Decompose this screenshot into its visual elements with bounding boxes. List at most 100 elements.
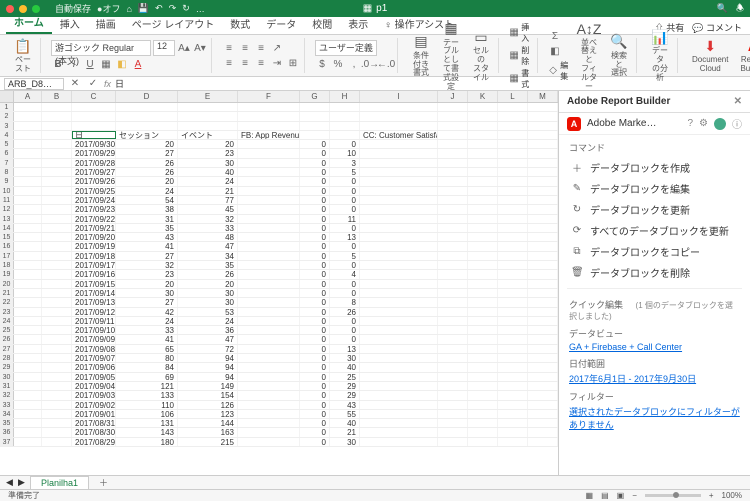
cell[interactable]: 69 (116, 373, 178, 381)
cell[interactable] (360, 401, 438, 409)
cell[interactable] (238, 112, 300, 120)
cell[interactable]: 2017/09/01 (72, 410, 116, 418)
cell[interactable] (42, 270, 72, 278)
cell[interactable]: 31 (116, 215, 178, 223)
row-header[interactable]: 23 (0, 308, 14, 316)
cell[interactable]: 215 (178, 438, 238, 446)
cell[interactable] (42, 103, 72, 111)
row-header[interactable]: 27 (0, 345, 14, 353)
cell[interactable] (360, 280, 438, 288)
user-avatar[interactable] (714, 118, 726, 130)
formula-value[interactable]: 日 (115, 77, 124, 90)
more-icon[interactable]: … (196, 4, 205, 14)
cell[interactable] (438, 345, 468, 353)
cell[interactable] (528, 215, 558, 223)
row-header[interactable]: 36 (0, 428, 14, 436)
cell[interactable] (42, 177, 72, 185)
cell[interactable] (42, 308, 72, 316)
cell[interactable]: 0 (300, 419, 330, 427)
cell[interactable] (438, 289, 468, 297)
data-view-link[interactable]: GA + Firebase + Call Center (559, 341, 750, 353)
search-icon[interactable]: 🔍 (717, 3, 728, 14)
cell[interactable] (42, 345, 72, 353)
merge-icon[interactable]: ⊞ (286, 56, 300, 70)
cell[interactable] (238, 289, 300, 297)
cell[interactable]: 26 (178, 270, 238, 278)
cell[interactable]: 0 (300, 289, 330, 297)
cell[interactable]: 2017/09/15 (72, 280, 116, 288)
row-header[interactable]: 17 (0, 252, 14, 260)
cell[interactable] (468, 242, 498, 250)
cell[interactable] (360, 317, 438, 325)
cell[interactable] (468, 317, 498, 325)
cell[interactable] (498, 112, 528, 120)
row-header[interactable]: 1 (0, 103, 14, 111)
cell[interactable] (238, 252, 300, 260)
cell[interactable] (438, 335, 468, 343)
col-header[interactable]: L (498, 91, 528, 102)
cell[interactable] (360, 103, 438, 111)
cell[interactable] (528, 419, 558, 427)
cell[interactable] (438, 112, 468, 120)
cell[interactable]: 163 (178, 428, 238, 436)
cell[interactable] (360, 382, 438, 390)
cell[interactable] (528, 382, 558, 390)
cell[interactable] (498, 326, 528, 334)
cell[interactable]: 47 (178, 335, 238, 343)
row-header[interactable]: 10 (0, 187, 14, 195)
cell[interactable]: 20 (178, 280, 238, 288)
cell[interactable] (498, 345, 528, 353)
cell[interactable] (438, 317, 468, 325)
cell[interactable] (14, 363, 42, 371)
cell[interactable] (330, 131, 360, 139)
cell[interactable]: 33 (116, 326, 178, 334)
cell[interactable] (178, 112, 238, 120)
cell[interactable] (528, 270, 558, 278)
cell[interactable]: 20 (116, 280, 178, 288)
cell[interactable] (468, 289, 498, 297)
cell[interactable] (238, 335, 300, 343)
cell[interactable]: 41 (116, 335, 178, 343)
cell[interactable] (238, 168, 300, 176)
cell[interactable]: 0 (300, 270, 330, 278)
cell[interactable]: 2017/09/17 (72, 261, 116, 269)
cell[interactable]: 77 (178, 196, 238, 204)
delete-cells-icon[interactable]: ▦ (509, 49, 519, 63)
cell[interactable]: 0 (330, 177, 360, 185)
col-header[interactable]: F (238, 91, 300, 102)
cell[interactable] (528, 428, 558, 436)
cell[interactable] (42, 419, 72, 427)
cell[interactable] (468, 298, 498, 306)
cell[interactable]: 121 (116, 382, 178, 390)
cell[interactable] (498, 215, 528, 223)
cell[interactable]: 45 (178, 205, 238, 213)
cell[interactable] (468, 159, 498, 167)
col-header[interactable]: K (468, 91, 498, 102)
cell[interactable] (468, 252, 498, 260)
cell[interactable]: 0 (300, 215, 330, 223)
cell[interactable] (528, 261, 558, 269)
cell[interactable] (238, 149, 300, 157)
zoom-level[interactable]: 100% (722, 491, 742, 500)
row-header[interactable]: 15 (0, 233, 14, 241)
save-icon[interactable]: 💾 (138, 3, 149, 14)
cell[interactable]: 94 (178, 373, 238, 381)
cell[interactable]: 8 (330, 298, 360, 306)
cell[interactable]: 26 (116, 159, 178, 167)
cell[interactable] (14, 177, 42, 185)
cell[interactable] (528, 122, 558, 130)
sheet-tab[interactable]: Planilha1 (30, 476, 89, 489)
align-bottom-icon[interactable]: ≡ (254, 41, 268, 55)
cell[interactable]: 94 (178, 354, 238, 362)
cell[interactable] (498, 261, 528, 269)
cell[interactable] (468, 215, 498, 223)
cell[interactable] (360, 140, 438, 148)
cell[interactable] (468, 391, 498, 399)
cell[interactable] (498, 196, 528, 204)
cell[interactable] (14, 149, 42, 157)
cell[interactable]: 0 (300, 159, 330, 167)
increase-decimal-icon[interactable]: .0→ (363, 57, 377, 71)
cell[interactable]: 180 (116, 438, 178, 446)
conditional-format-button[interactable]: ▤条件付き 書式 (408, 31, 434, 80)
cell[interactable] (360, 233, 438, 241)
